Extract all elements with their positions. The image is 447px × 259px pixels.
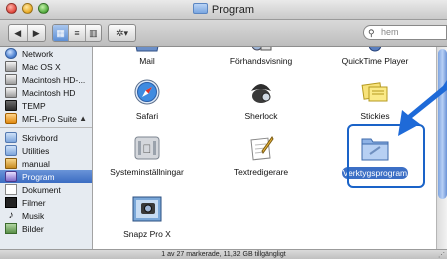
mail-icon — [135, 47, 159, 52]
applications-icon — [5, 171, 17, 182]
sidebar-item-macintosh-hd-2[interactable]: Macintosh HD-... — [0, 73, 92, 86]
document-icon — [5, 184, 17, 195]
window-title-text: Program — [211, 4, 255, 16]
sidebar: Network Mac OS X Macintosh HD-... Macint… — [0, 47, 93, 249]
desktop-icon — [5, 132, 17, 143]
status-text: 1 av 27 markerade, 11,32 GB tillgängligt — [161, 251, 286, 258]
list-view-button[interactable]: ≡ — [69, 25, 86, 41]
sidebar-item-dokument[interactable]: Dokument — [0, 183, 92, 196]
title-bar[interactable]: Program — [0, 0, 447, 20]
eject-icon[interactable]: ▲ — [79, 114, 87, 123]
item-quicktime-player[interactable]: QuickTime Player — [325, 47, 425, 71]
item-snapz-pro-x[interactable]: Snapz Pro X — [97, 193, 197, 239]
stickies-icon — [361, 82, 388, 102]
disk-icon — [5, 87, 17, 98]
safari-icon — [134, 79, 160, 105]
item-sherlock[interactable]: Sherlock — [211, 79, 311, 123]
search-placeholder: hem — [381, 27, 399, 37]
quicktime-icon — [368, 47, 382, 52]
item-textredigerare[interactable]: Textredigerare — [211, 135, 311, 179]
search-field[interactable]: ⚲ hem — [363, 25, 447, 40]
action-menu[interactable]: ✲▾ — [108, 24, 136, 42]
sherlock-icon — [251, 84, 271, 103]
back-button[interactable]: ◀ — [9, 25, 28, 41]
forward-button[interactable]: ▶ — [28, 25, 46, 41]
system-preferences-icon:  — [134, 136, 160, 160]
sidebar-item-program[interactable]: Program — [0, 170, 92, 183]
disk-icon — [5, 61, 17, 72]
finder-window: Program ◀ ▶ ▦ ≡ ▥ ✲▾ ⚲ hem Network Mac O… — [0, 0, 447, 259]
sidebar-divider — [0, 127, 92, 128]
sidebar-item-macintosh-hd[interactable]: Macintosh HD — [0, 86, 92, 99]
sidebar-item-musik[interactable]: ♪ Musik — [0, 209, 92, 222]
pictures-icon — [5, 223, 17, 234]
music-icon: ♪ — [8, 210, 14, 221]
sidebar-item-utilities[interactable]: Utilities — [0, 144, 92, 157]
folder-icon — [192, 3, 208, 14]
item-systeminstallningar[interactable]:  Systeminställningar — [97, 135, 197, 179]
item-safari[interactable]: Safari — [97, 79, 197, 123]
film-icon — [5, 197, 17, 208]
pointer-arrow-icon — [398, 80, 447, 136]
snapz-icon — [132, 196, 162, 222]
textedit-icon — [250, 136, 274, 161]
sidebar-item-manual[interactable]: manual — [0, 157, 92, 170]
sidebar-item-mfl-pro-suite[interactable]: MFL-Pro Suite ▲ — [0, 112, 92, 125]
window-title: Program — [0, 3, 447, 16]
icon-view-button[interactable]: ▦ — [53, 25, 70, 41]
item-mail[interactable]: Mail — [97, 47, 197, 71]
back-forward-control: ◀ ▶ — [8, 24, 46, 42]
preview-icon — [251, 47, 272, 51]
sidebar-item-temp[interactable]: TEMP — [0, 99, 92, 112]
column-view-button[interactable]: ▥ — [86, 25, 101, 41]
svg-text::  — [143, 142, 152, 156]
sidebar-item-skrivbord[interactable]: Skrivbord — [0, 131, 92, 144]
sidebar-item-mac-os-x[interactable]: Mac OS X — [0, 60, 92, 73]
resize-grip-icon[interactable]: ⋰ — [438, 251, 445, 259]
gear-icon: ✲▾ — [115, 27, 129, 38]
globe-icon — [5, 48, 17, 59]
vertical-scrollbar[interactable] — [436, 47, 447, 249]
status-bar: 1 av 27 markerade, 11,32 GB tillgängligt… — [0, 249, 447, 259]
toolbar: ◀ ▶ ▦ ≡ ▥ ✲▾ ⚲ hem — [0, 20, 447, 47]
sidebar-item-network[interactable]: Network — [0, 47, 92, 60]
item-forhandsvisning[interactable]: Förhandsvisning — [211, 47, 311, 71]
folder-icon — [5, 145, 17, 156]
disk-icon — [5, 100, 17, 111]
search-icon: ⚲ — [368, 28, 375, 38]
sidebar-item-bilder[interactable]: Bilder — [0, 222, 92, 235]
sidebar-item-filmer[interactable]: Filmer — [0, 196, 92, 209]
view-control: ▦ ≡ ▥ — [52, 24, 102, 42]
home-icon — [5, 158, 17, 169]
disk-icon — [5, 74, 17, 85]
mfl-icon — [5, 113, 17, 124]
icon-view: Mail Förhandsvisning QuickTime Player Sa… — [93, 47, 436, 249]
